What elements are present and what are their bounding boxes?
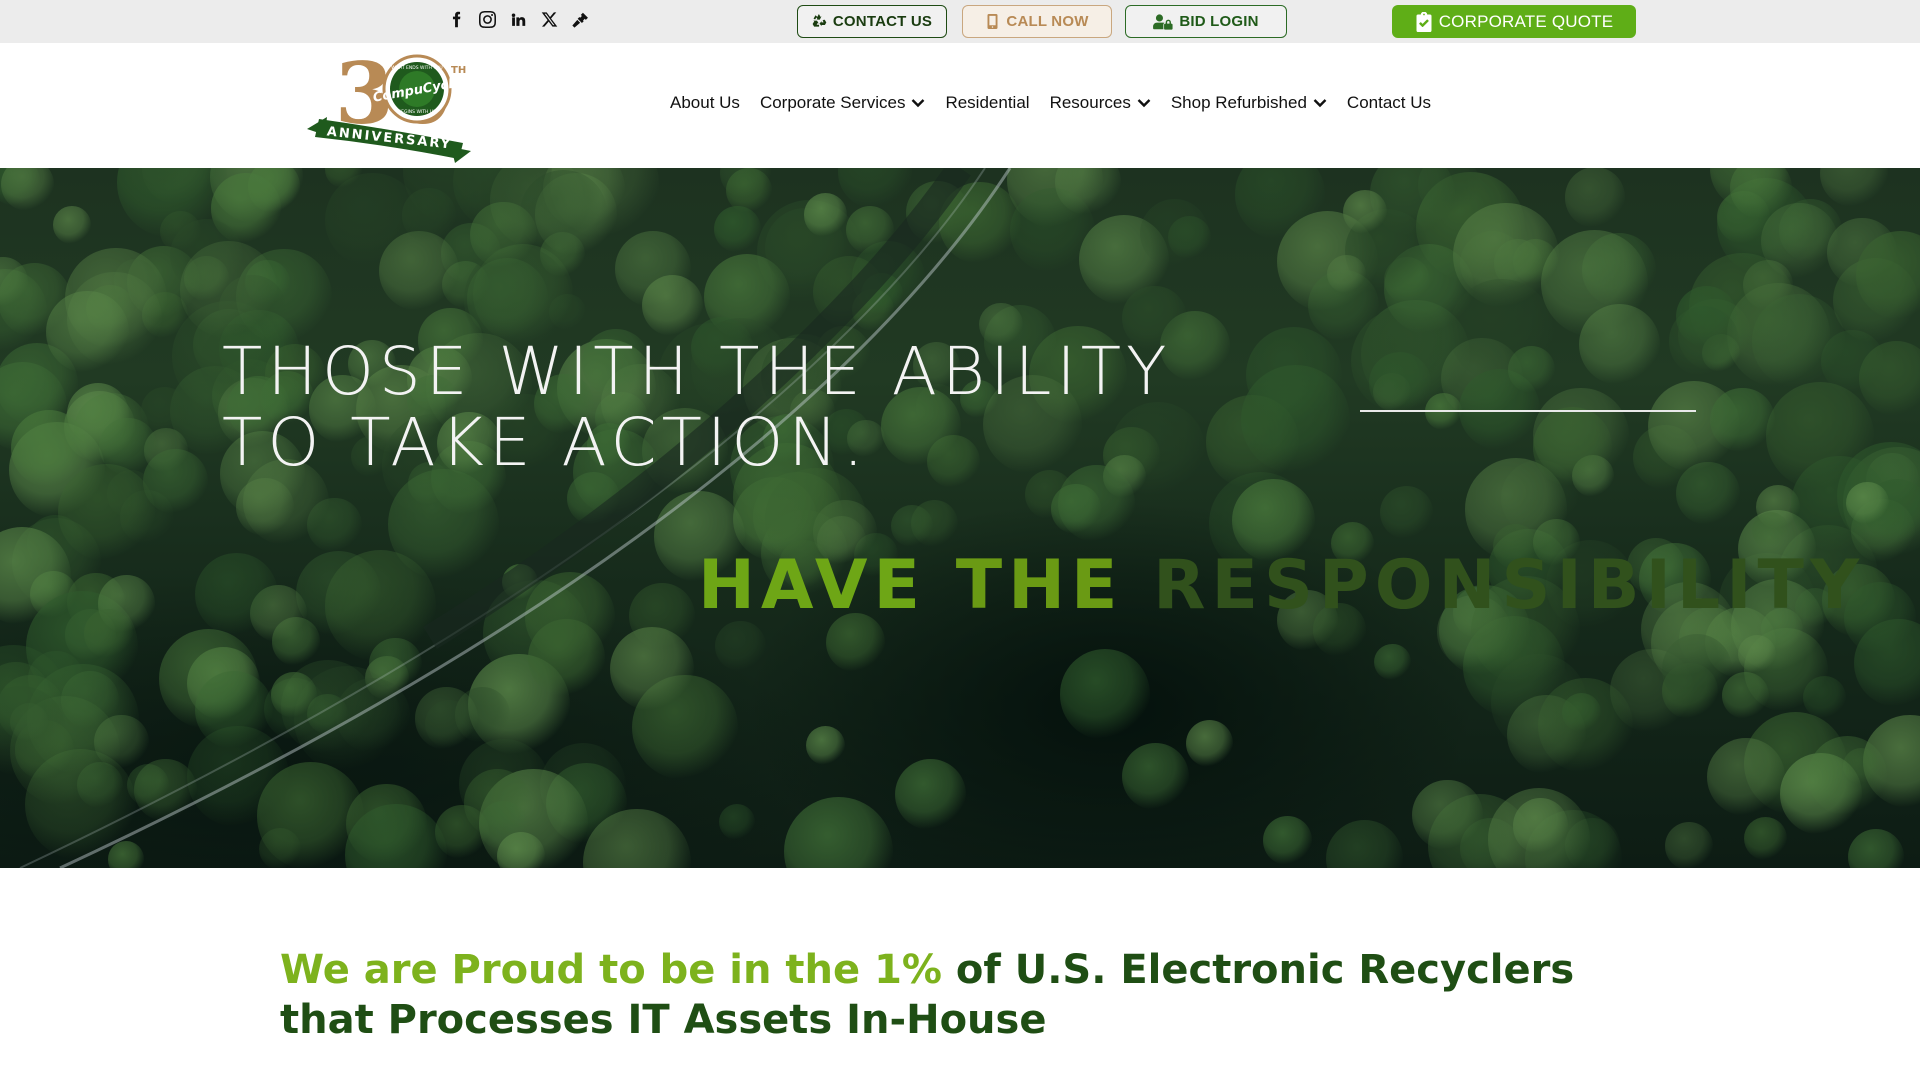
bid-login-label: BID LOGIN <box>1179 13 1259 30</box>
facebook-icon[interactable] <box>446 9 466 29</box>
nav-about-us[interactable]: About Us <box>670 93 740 113</box>
nav-contact-us-label: Contact Us <box>1346 93 1432 112</box>
road-through-forest <box>19 168 1012 868</box>
hero-tagline: HAVE THE RESPONSIBILITY <box>698 546 1865 625</box>
user-lock-icon <box>1153 14 1173 30</box>
nav-shop-refurbished[interactable]: Shop Refurbished <box>1171 93 1327 113</box>
hero-title-line1: THOSE WITH THE ABILITY <box>222 333 1172 410</box>
site-header: 30 TH CompuCycle WHAT ENDS WITH YOU BEGI… <box>0 43 1920 168</box>
contact-us-button[interactable]: CONTACT US <box>797 5 947 38</box>
linkedin-icon[interactable] <box>508 9 528 29</box>
social-links <box>446 9 590 29</box>
clipboard-check-icon <box>1416 11 1432 32</box>
recycle-icon <box>812 14 827 27</box>
corporate-quote-label: CORPORATE QUOTE <box>1438 11 1614 31</box>
contact-us-label: CONTACT US <box>832 13 933 30</box>
hero-divider-line <box>1360 410 1696 412</box>
bid-login-button[interactable]: BID LOGIN <box>1125 5 1287 38</box>
hero-tagline-word3: RESPONSIBILITY <box>1153 546 1866 625</box>
compucycle-30th-anniversary-logo[interactable]: 30 TH CompuCycle WHAT ENDS WITH YOU BEGI… <box>305 44 473 165</box>
top-bar: CONTACT US CALL NOW BID LOGIN CORPORATE … <box>0 0 1920 43</box>
nav-resources[interactable]: Resources <box>1050 93 1151 113</box>
headline-accent: We are Proud to be in the 1% <box>280 947 942 993</box>
hero-tagline-word1: HAVE <box>698 546 926 625</box>
section-headline: We are Proud to be in the 1% of U.S. Ele… <box>280 945 1680 1045</box>
hero-title-line2: TO TAKE ACTION. <box>222 404 869 481</box>
main-navigation: About Us Corporate Services Residential … <box>670 93 1451 113</box>
nav-resources-label: Resources <box>1049 93 1131 112</box>
nav-corporate-services[interactable]: Corporate Services <box>760 93 926 113</box>
nav-corporate-services-label: Corporate Services <box>759 93 906 112</box>
x-twitter-icon[interactable] <box>539 9 559 29</box>
call-now-button[interactable]: CALL NOW <box>962 5 1112 38</box>
nav-contact-us[interactable]: Contact Us <box>1347 93 1431 113</box>
mobile-phone-icon <box>987 14 998 29</box>
logo-ring-top: WHAT ENDS WITH YOU <box>391 65 442 71</box>
hero-tagline-word2: THE <box>955 546 1124 625</box>
call-now-label: CALL NOW <box>1006 13 1089 30</box>
chevron-down-icon <box>1137 99 1151 108</box>
nav-about-us-label: About Us <box>670 93 740 112</box>
hero-title: THOSE WITH THE ABILITY TO TAKE ACTION. <box>222 336 1171 478</box>
chevron-down-icon <box>912 99 925 108</box>
auction-gavel-icon[interactable] <box>570 9 590 29</box>
logo-ring-bottom: BEGINS WITH US <box>398 109 436 115</box>
nav-residential[interactable]: Residential <box>945 93 1029 113</box>
logo-superscript: TH <box>451 65 466 76</box>
corporate-quote-button[interactable]: CORPORATE QUOTE <box>1392 5 1636 38</box>
hero-banner: THOSE WITH THE ABILITY TO TAKE ACTION. H… <box>0 168 1920 868</box>
chevron-down-icon <box>1313 99 1327 108</box>
nav-residential-label: Residential <box>945 93 1030 112</box>
nav-shop-refurbished-label: Shop Refurbished <box>1170 93 1307 112</box>
instagram-icon[interactable] <box>477 9 497 29</box>
